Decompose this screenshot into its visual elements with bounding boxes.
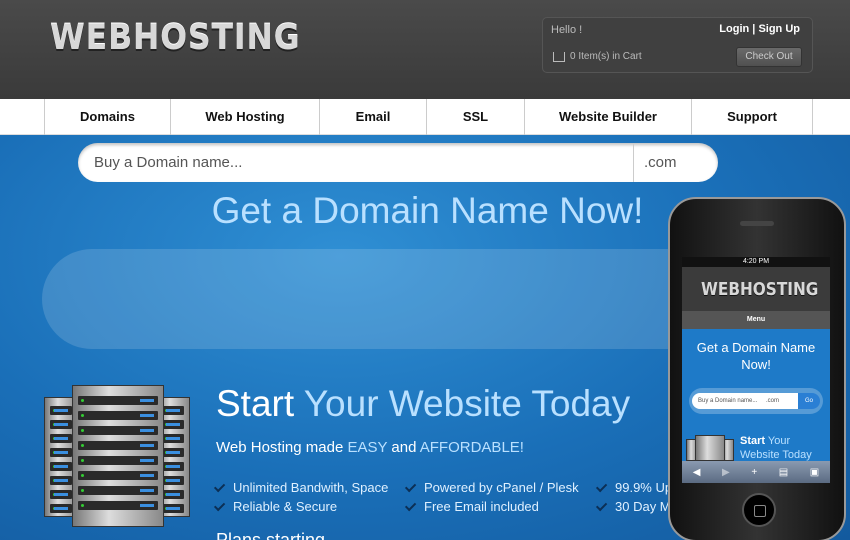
phone-hero-title: Get a Domain Name Now! [696,340,816,372]
checkout-button[interactable]: Check Out [736,47,802,67]
checkmark-icon [595,480,608,492]
signup-link[interactable]: Sign Up [758,23,800,35]
domain-search-box: .com [78,143,718,182]
phone-start-word: Start [740,435,766,447]
nav-item-email[interactable]: Email [319,99,426,135]
nav-item-domains[interactable]: Domains [44,99,170,135]
phone-servers-illustration [686,435,734,461]
phone-speaker [740,221,774,226]
checkmark-icon [404,499,417,511]
server-rack-center [72,385,164,527]
account-panel: Hello ! Login | Sign Up 0 Item(s) in Car… [542,17,813,73]
start-word: Start [216,383,295,424]
checkmark-icon [213,499,226,511]
plus-icon: + [751,466,758,478]
feature-item: Free Email included [404,499,539,514]
checkmark-icon [404,480,417,492]
site-logo[interactable]: WEBHOSTING [50,18,301,58]
phone-logo: WEBHOSTING [701,279,819,300]
start-rest: Your Website Today [294,383,631,424]
phone-tld-select: .com [766,398,780,404]
nav-item-website-builder[interactable]: Website Builder [524,99,691,135]
phone-go-button: Go [798,393,820,409]
login-link[interactable]: Login [719,23,749,35]
checkmark-icon [213,480,226,492]
cart-summary[interactable]: 0 Item(s) in Cart [553,51,642,62]
checkmark-icon [595,499,608,511]
phone-screen: 4:20 PM WEBHOSTING Menu Get a Domain Nam… [682,257,830,483]
tagline-part-a: Web Hosting made [216,439,348,456]
feature-text: Unlimited Bandwith, Space [233,480,389,495]
forward-arrow-icon: ▶ [722,466,730,478]
site-header: WEBHOSTING Hello ! Login | Sign Up 0 Ite… [0,0,850,99]
feature-text: Free Email included [424,499,539,514]
tabs-icon: ▣ [809,466,820,478]
feature-text: Reliable & Secure [233,499,338,514]
phone-mockup: 4:20 PM WEBHOSTING Menu Get a Domain Nam… [668,197,846,540]
phone-browser-toolbar: ◀ ▶ + ▤ ▣ [682,461,830,483]
tld-select[interactable]: .com [633,143,677,182]
tagline-part-d: AFFORDABLE! [419,439,524,456]
phone-start-heading: Start Your Website Today [740,434,830,462]
feature-item: Reliable & Secure [213,499,338,514]
phone-status-bar: 4:20 PM [682,257,830,267]
phone-home-button [742,493,776,527]
search-band [42,249,762,349]
tagline-part-c: and [387,439,420,456]
phone-header: WEBHOSTING [682,267,830,311]
feature-item: Unlimited Bandwith, Space [213,480,389,495]
servers-illustration [44,385,192,530]
domain-search-input[interactable] [94,143,614,182]
nav-item-web-hosting[interactable]: Web Hosting [170,99,319,135]
tagline-part-b: EASY [347,439,388,456]
main-nav: Domains Web Hosting Email SSL Website Bu… [0,99,850,135]
nav-item-support[interactable]: Support [691,99,813,135]
start-website-heading: Start Your Website Today [216,383,630,425]
phone-search-input: Buy a Domain name... [692,393,798,409]
plans-teaser: Plans starting [216,530,326,540]
hosting-tagline: Web Hosting made EASY and AFFORDABLE! [216,439,524,456]
nav-item-ssl[interactable]: SSL [426,99,524,135]
cart-icon [553,51,565,62]
auth-links: Login | Sign Up [719,23,800,35]
back-arrow-icon: ◀ [692,466,701,478]
feature-text: Powered by cPanel / Plesk [424,480,579,495]
phone-menu-button: Menu [682,311,830,329]
feature-item: Powered by cPanel / Plesk [404,480,579,495]
cart-count-text: 0 Item(s) in Cart [570,51,642,62]
greeting-text: Hello ! [551,24,583,36]
bookmarks-icon: ▤ [778,466,789,478]
